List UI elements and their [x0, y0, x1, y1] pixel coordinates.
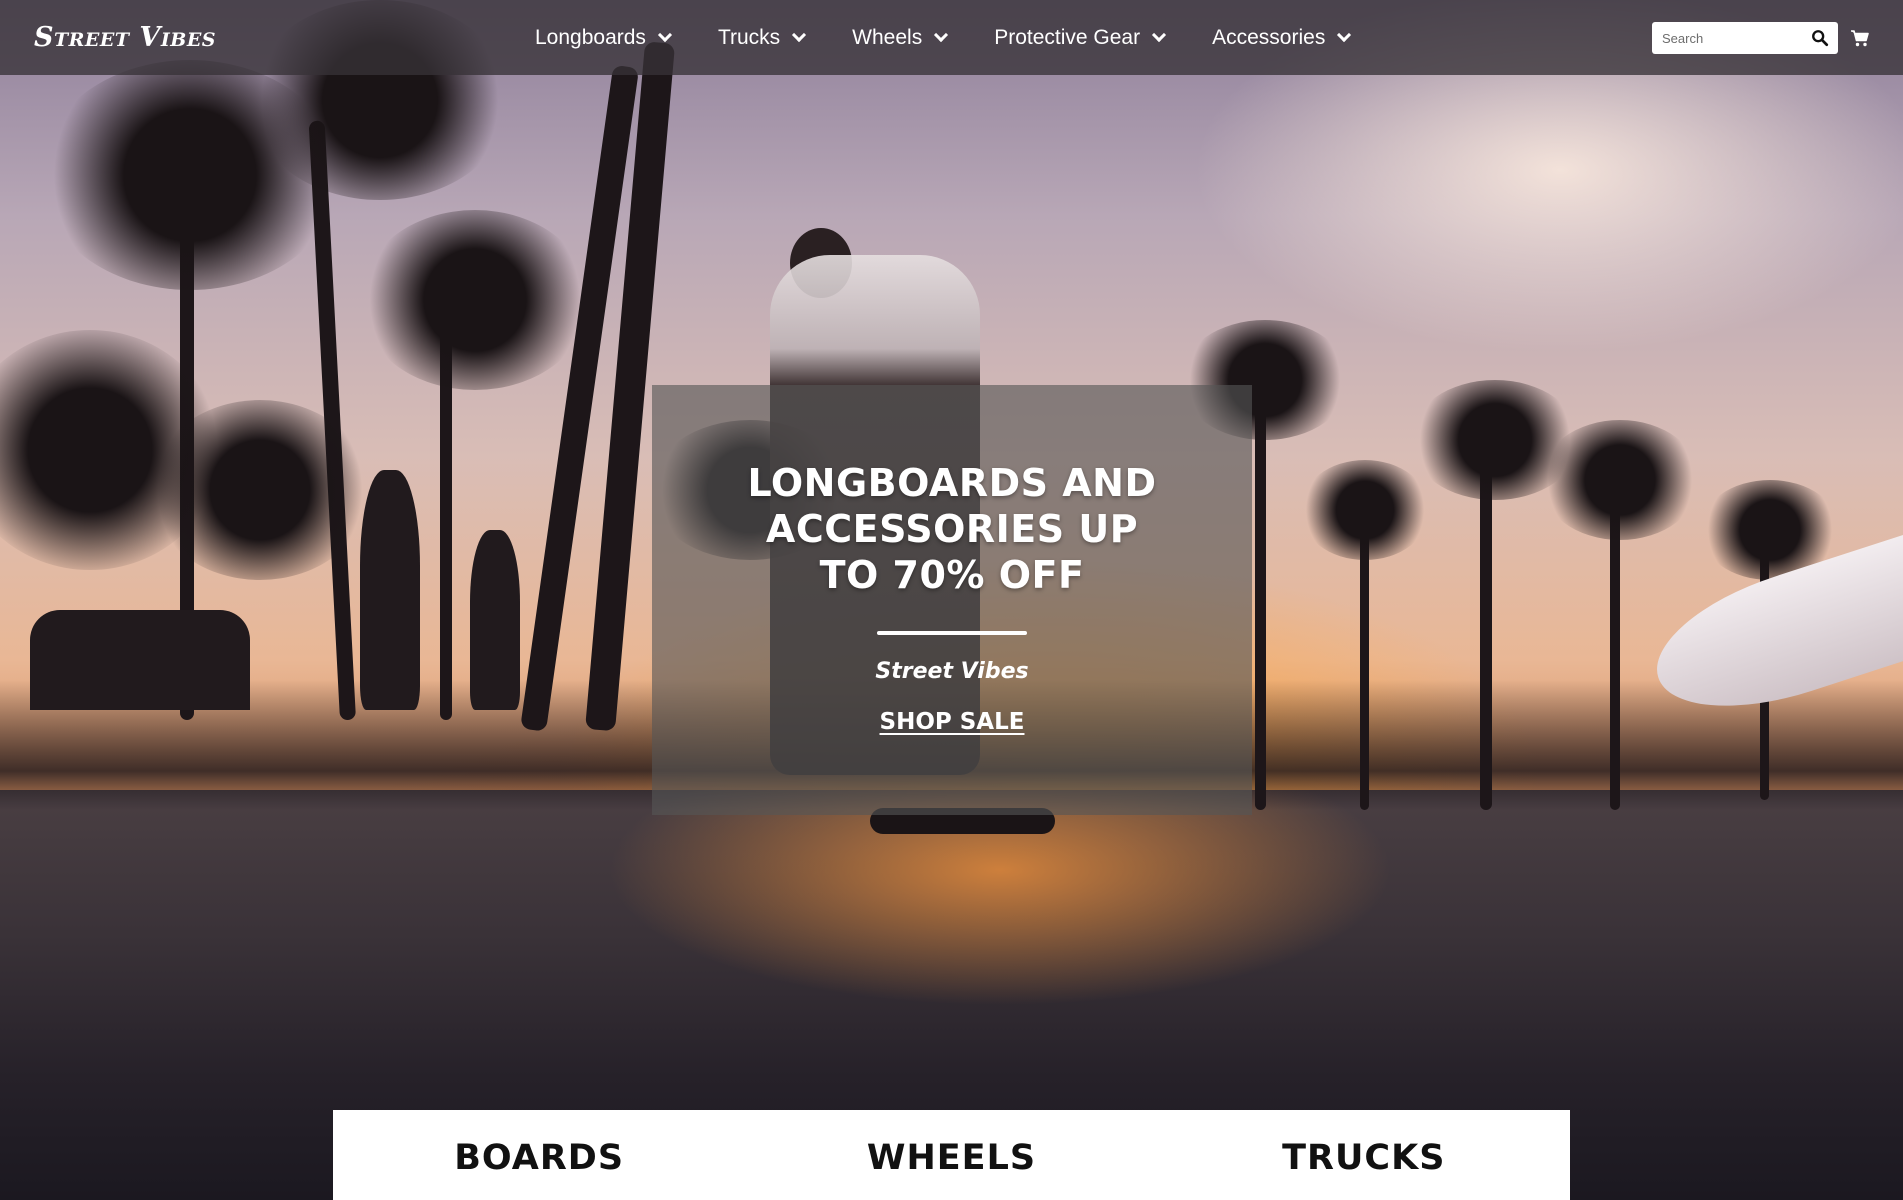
top-navigation-bar: Street Vibes Longboards Trucks Wheels Pr… [0, 0, 1903, 75]
category-wheels[interactable]: WHEELS [745, 1138, 1157, 1178]
nav-item-label: Trucks [717, 25, 781, 49]
nav-item-longboards[interactable]: Longboards [535, 25, 673, 50]
chevron-down-icon [657, 27, 673, 42]
category-trucks[interactable]: TRUCKS [1158, 1138, 1570, 1178]
person-silhouette [360, 470, 420, 710]
search-input[interactable] [1652, 23, 1802, 53]
chevron-down-icon [1152, 27, 1167, 42]
chevron-down-icon [792, 27, 807, 42]
nav-item-label: Protective Gear [994, 25, 1141, 49]
search-icon[interactable] [1811, 29, 1829, 47]
main-menu: Longboards Trucks Wheels Protective Gear… [535, 0, 1397, 75]
sale-promo-panel: LONGBOARDS AND ACCESSORIES UP TO 70% OFF… [652, 385, 1252, 815]
nav-item-label: Accessories [1212, 25, 1326, 49]
chevron-down-icon [934, 27, 949, 42]
nav-item-wheels[interactable]: Wheels [852, 25, 949, 50]
promo-brand-text: Street Vibes [875, 659, 1029, 684]
cart-icon[interactable] [1850, 28, 1870, 48]
search-box [1652, 22, 1838, 54]
chevron-down-icon [1337, 27, 1352, 42]
promo-title: LONGBOARDS AND ACCESSORIES UP TO 70% OFF [747, 461, 1157, 597]
shop-sale-link[interactable]: SHOP SALE [652, 709, 1252, 735]
promo-divider [877, 631, 1027, 635]
nav-item-label: Wheels [852, 25, 923, 49]
palm-tree-leaves [1540, 420, 1700, 540]
category-boards[interactable]: BOARDS [333, 1138, 745, 1178]
nav-item-accessories[interactable]: Accessories [1212, 25, 1352, 50]
palm-tree-leaves [1300, 460, 1430, 560]
nav-item-protective-gear[interactable]: Protective Gear [994, 25, 1167, 50]
palm-tree-leaves [360, 210, 590, 390]
brand-logo[interactable]: Street Vibes [34, 22, 216, 53]
nav-item-label: Longboards [535, 25, 646, 49]
palm-tree-leaves [150, 400, 370, 580]
nav-item-trucks[interactable]: Trucks [717, 25, 807, 50]
category-strip: BOARDS WHEELS TRUCKS [333, 1110, 1570, 1200]
person-silhouette [470, 530, 520, 710]
person-silhouette [30, 610, 250, 710]
